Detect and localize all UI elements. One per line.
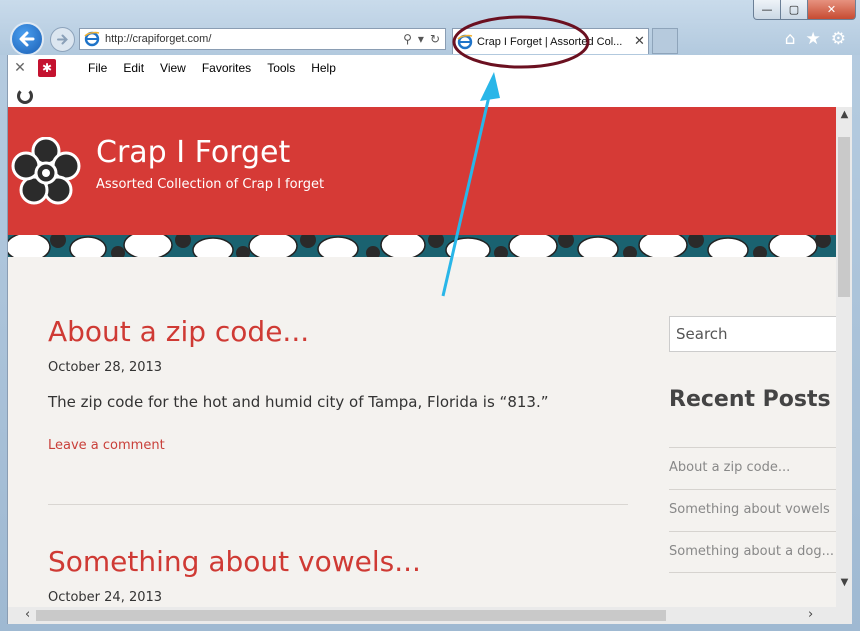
browser-window: — ▢ ✕ http://crapiforget.com/ ⚲ ▾ ↻ Crap… [0,0,860,631]
menu-file[interactable]: File [88,61,107,75]
menu-view[interactable]: View [160,61,186,75]
recent-post-link[interactable]: Something about a dog... [669,531,839,573]
ie-logo-icon [84,31,100,47]
content-area: About a zip code... October 28, 2013 The… [8,257,839,624]
close-window-button[interactable]: ✕ [808,0,856,20]
arrow-right-icon [57,34,68,45]
recent-post-link[interactable]: About a zip code... [669,447,839,489]
star-icon[interactable]: ★ [806,29,821,49]
scroll-left-icon[interactable]: ‹ [25,607,30,622]
post-title[interactable]: About a zip code... [48,315,309,348]
close-tab-icon[interactable]: ✕ [634,34,645,49]
scroll-right-icon[interactable]: › [808,607,813,622]
refresh-icon[interactable]: ↻ [430,32,440,46]
scroll-thumb[interactable] [838,137,850,297]
new-tab-button[interactable] [652,28,678,54]
url-text[interactable]: http://crapiforget.com/ [105,33,403,45]
maximize-button[interactable]: ▢ [781,0,808,20]
browser-toolbar: — ▢ ✕ http://crapiforget.com/ ⚲ ▾ ↻ Crap… [0,0,860,56]
address-bar[interactable]: http://crapiforget.com/ ⚲ ▾ ↻ [79,28,446,50]
menu-tools[interactable]: Tools [267,61,295,75]
flower-logo-icon[interactable] [11,137,81,207]
search-icon[interactable]: ⚲ [403,32,412,46]
recent-posts-list: About a zip code... Something about vowe… [669,447,839,573]
recent-posts-heading: Recent Posts [669,387,831,412]
arrow-left-icon [19,31,35,47]
forward-button[interactable] [50,27,75,52]
back-button[interactable] [10,22,44,56]
post-divider [48,504,628,505]
floral-pattern-banner [8,235,836,257]
post-date[interactable]: October 28, 2013 [48,360,162,375]
minimize-button[interactable]: — [753,0,781,20]
command-bar [7,81,852,107]
scroll-down-icon[interactable]: ▼ [836,577,852,593]
addon-icon[interactable]: ✱ [38,59,56,77]
leave-comment-link[interactable]: Leave a comment [48,438,165,453]
ie-logo-icon [457,34,473,49]
close-toolbar-icon[interactable]: ✕ [8,60,32,76]
dropdown-arrow-icon[interactable]: ▾ [418,32,424,46]
site-title[interactable]: Crap I Forget [96,135,290,170]
scroll-thumb[interactable] [36,610,666,621]
post-date[interactable]: October 24, 2013 [48,590,162,605]
tab-label: Crap I Forget | Assorted Col... [477,35,623,48]
menu-bar: ✕ ✱ File Edit View Favorites Tools Help [7,55,852,81]
horizontal-scrollbar[interactable]: ‹ › [8,607,852,624]
vertical-scrollbar[interactable]: ▲ ▼ [836,107,852,607]
gear-icon[interactable]: ⚙ [831,29,846,49]
window-controls: — ▢ ✕ [753,0,858,20]
recent-post-link[interactable]: Something about vowels [669,489,839,531]
menu-favorites[interactable]: Favorites [202,61,251,75]
post-body: The zip code for the hot and humid city … [48,393,549,411]
scroll-up-icon[interactable]: ▲ [836,109,852,125]
menu-edit[interactable]: Edit [123,61,144,75]
menu-help[interactable]: Help [311,61,336,75]
home-icon[interactable]: ⌂ [785,29,796,49]
site-tagline: Assorted Collection of Crap I forget [96,177,325,192]
tab-crap-i-forget[interactable]: Crap I Forget | Assorted Col... ✕ [452,28,649,54]
search-input[interactable]: Search [669,316,839,352]
site-header: Crap I Forget Assorted Collection of Cra… [8,107,836,235]
loading-icon[interactable] [17,88,33,104]
web-page: Crap I Forget Assorted Collection of Cra… [7,107,852,624]
post-title[interactable]: Something about vowels... [48,545,421,578]
